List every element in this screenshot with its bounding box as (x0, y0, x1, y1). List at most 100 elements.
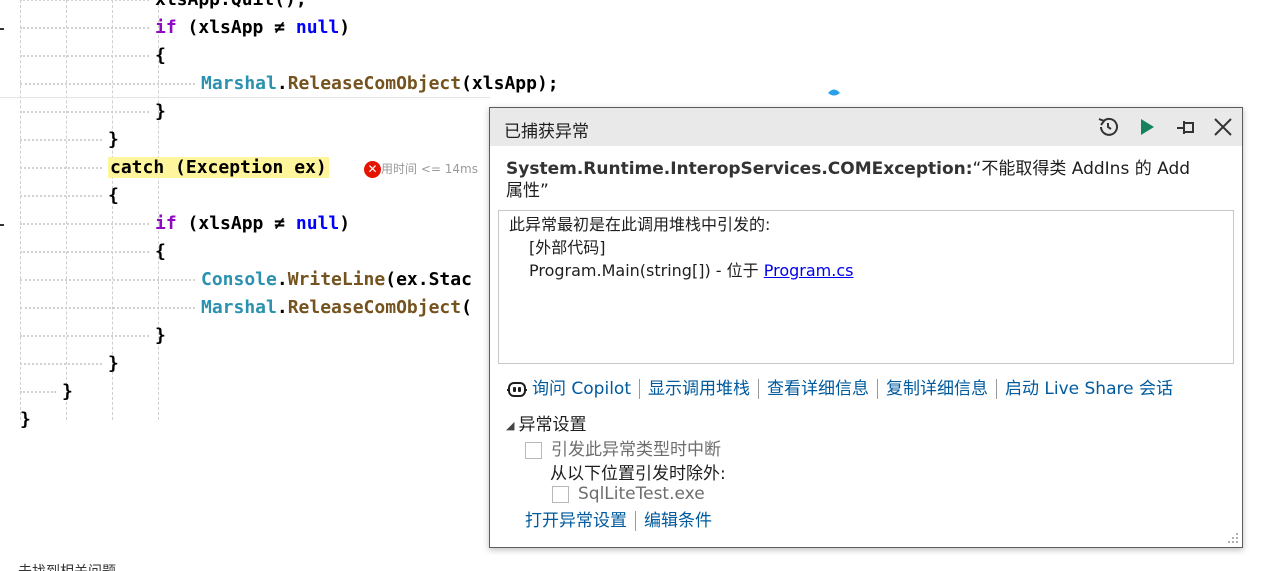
popup-title: 已捕获异常 (504, 122, 589, 142)
ask-copilot-link[interactable]: 询问 Copilot (532, 379, 631, 399)
whitespace-dots (20, 223, 149, 225)
breakpoint-drop-icon (828, 89, 840, 96)
code-line: } (20, 322, 166, 350)
whitespace-dots (20, 307, 195, 309)
perf-tip[interactable]: ✕ 用时间 <= 14ms (364, 158, 490, 180)
code-token: catch (Exception ex) (108, 157, 329, 178)
code-token: { (155, 241, 166, 262)
settings-links: 打开异常设置 编辑条件 (525, 508, 712, 534)
status-text: 未找到相关问题 (18, 561, 116, 571)
code-line: Console.WriteLine(ex.Stac (20, 266, 472, 294)
code-token: (ex.Stac (385, 269, 472, 290)
resize-grip-icon[interactable] (1225, 530, 1239, 544)
code-token: null (295, 17, 340, 38)
code-token: WriteLine (287, 269, 386, 290)
code-token: . (276, 73, 288, 94)
whitespace-dots (20, 167, 102, 169)
except-when-label: 从以下位置引发时除外: (550, 464, 726, 484)
margin-marker (0, 28, 4, 30)
code-line: catch (Exception ex) (20, 154, 329, 182)
code-token: } (108, 129, 119, 150)
popup-header: 已捕获异常 (490, 108, 1242, 146)
code-token: { (155, 45, 166, 66)
copy-details-link[interactable]: 复制详细信息 (886, 379, 988, 399)
code-line: if (xlsApp ≠ null) (20, 210, 350, 238)
divider (757, 379, 759, 399)
collapse-triangle-icon: ◢ (506, 418, 515, 432)
code-token: (xlsApp ≠ (176, 213, 296, 234)
code-token: xlsApp.Quit(); (155, 0, 307, 10)
stack-frame-external: [外部代码] (529, 238, 606, 257)
whitespace-dots (20, 0, 149, 1)
whitespace-dots (20, 55, 149, 57)
error-icon: ✕ (364, 161, 381, 178)
code-token: Console (201, 269, 277, 290)
action-links: 询问 Copilot 显示调用堆栈 查看详细信息 复制详细信息 启动 Live Shar… (506, 375, 1173, 403)
start-live-share-link[interactable]: 启动 Live Share 会话 (1005, 379, 1173, 399)
exception-message: System.Runtime.InteropServices.COMExcept… (506, 158, 1206, 202)
module-checkbox[interactable] (552, 485, 569, 503)
stack-frame-main: Program.Main(string[]) - 位于 Program.cs (509, 259, 1223, 282)
code-token: (xlsApp ≠ (176, 17, 296, 38)
break-on-type-checkbox[interactable] (525, 441, 542, 459)
code-token: if (155, 17, 177, 38)
break-on-type-row[interactable]: 引发此异常类型时中断 (525, 435, 721, 460)
exception-type: System.Runtime.InteropServices.COMExcept… (506, 159, 973, 179)
pin-icon[interactable] (1174, 115, 1198, 139)
code-token: . (276, 269, 288, 290)
view-details-link[interactable]: 查看详细信息 (767, 379, 869, 399)
show-call-stack-link[interactable]: 显示调用堆栈 (648, 379, 750, 399)
code-line: Marshal.ReleaseComObject(xlsApp); (20, 70, 559, 98)
code-token: } (155, 325, 166, 346)
whitespace-dots (20, 195, 102, 197)
divider (876, 379, 878, 399)
code-token: ReleaseComObject (287, 73, 462, 94)
whitespace-dots (20, 363, 102, 365)
code-token: } (62, 381, 73, 402)
code-token: ) (339, 213, 351, 234)
whitespace-dots (20, 391, 56, 393)
call-stack-box[interactable]: 此异常最初是在此调用堆栈中引发的: [外部代码] Program.Main(st… (498, 210, 1234, 364)
code-line: if (xlsApp ≠ null) (20, 14, 350, 42)
whitespace-dots (20, 83, 195, 85)
code-line: Marshal.ReleaseComObject( (20, 294, 472, 322)
code-token: . (276, 297, 288, 318)
open-exception-settings-link[interactable]: 打开异常设置 (525, 511, 627, 531)
continue-play-icon[interactable] (1135, 115, 1159, 139)
code-line: } (20, 406, 31, 434)
close-icon[interactable] (1211, 115, 1235, 139)
whitespace-dots (20, 139, 102, 141)
code-token: ReleaseComObject (287, 297, 462, 318)
margin-marker (0, 224, 4, 226)
code-line: } (20, 126, 119, 154)
copilot-icon (507, 382, 527, 397)
code-token: ( (461, 297, 472, 318)
code-token: ) (339, 17, 351, 38)
code-token: Marshal (201, 297, 277, 318)
history-icon[interactable] (1096, 115, 1120, 139)
break-on-type-label: 引发此异常类型时中断 (551, 440, 721, 460)
code-line: { (20, 42, 166, 70)
code-token: { (108, 185, 119, 206)
whitespace-dots (20, 27, 149, 29)
module-label: SqlLiteTest.exe (578, 484, 705, 504)
exception-settings-toggle[interactable]: ◢ 异常设置 (506, 410, 586, 435)
module-row[interactable]: SqlLiteTest.exe (552, 484, 705, 504)
code-token: } (155, 101, 166, 122)
code-token: (xlsApp); (461, 73, 559, 94)
whitespace-dots (20, 279, 195, 281)
stack-intro: 此异常最初是在此调用堆栈中引发的: (509, 215, 771, 234)
code-line: { (20, 182, 119, 210)
code-token: if (155, 213, 177, 234)
stack-frame-main-text: Program.Main(string[]) - 位于 (529, 261, 764, 280)
whitespace-dots (20, 111, 149, 113)
source-file-link[interactable]: Program.cs (764, 261, 854, 280)
whitespace-dots (20, 335, 149, 337)
code-token: } (20, 409, 31, 430)
code-line: } (20, 98, 166, 126)
edit-conditions-link[interactable]: 编辑条件 (644, 511, 712, 531)
code-token: Marshal (201, 73, 277, 94)
divider (995, 379, 997, 399)
divider (635, 511, 636, 531)
divider (638, 379, 640, 399)
